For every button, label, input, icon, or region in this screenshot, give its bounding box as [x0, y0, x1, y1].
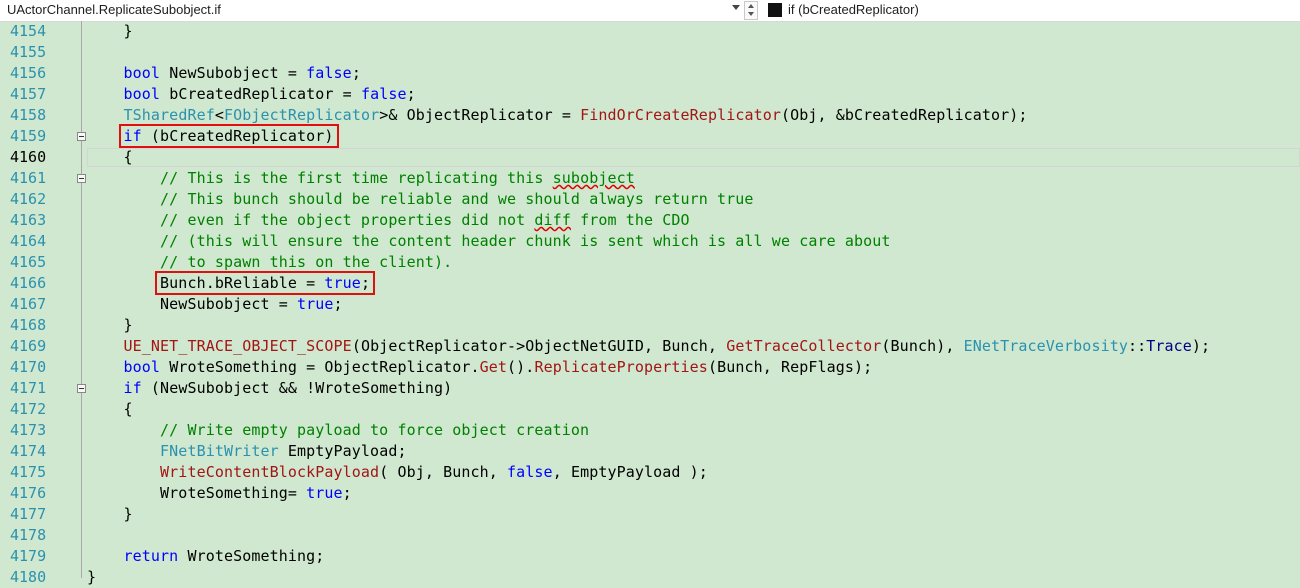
code-text: // even if the object properties did not…: [160, 211, 690, 229]
line-number: 4161: [10, 169, 47, 187]
code-text: WriteContentBlockPayload( Obj, Bunch, fa…: [160, 463, 708, 481]
code-line[interactable]: 4162 // This bunch should be reliable an…: [0, 189, 1300, 210]
collapse-icon[interactable]: [77, 174, 86, 183]
code-line[interactable]: 4163 // even if the object properties di…: [0, 210, 1300, 231]
code-line[interactable]: 4172 {: [0, 399, 1300, 420]
code-line[interactable]: 4173 // Write empty payload to force obj…: [0, 420, 1300, 441]
arrow-up-icon[interactable]: [748, 4, 754, 8]
code-line[interactable]: 4176 WroteSomething= true;: [0, 483, 1300, 504]
line-number: 4154: [10, 22, 47, 40]
code-text: // (this will ensure the content header …: [160, 232, 891, 250]
code-line[interactable]: 4165 // to spawn this on the client).: [0, 252, 1300, 273]
line-number: 4169: [10, 337, 47, 355]
code-line[interactable]: 4174 FNetBitWriter EmptyPayload;: [0, 441, 1300, 462]
code-line[interactable]: 4161 // This is the first time replicati…: [0, 168, 1300, 189]
line-number: 4165: [10, 253, 47, 271]
code-editor[interactable]: 4154 } 4155 4156 bool NewSubobject = false…: [0, 21, 1300, 586]
code-text: // Write empty payload to force object c…: [160, 421, 590, 439]
code-text: if (NewSubobject && !WroteSomething): [123, 379, 453, 397]
code-block-icon: [768, 3, 782, 17]
line-number: 4160: [10, 148, 47, 166]
annotation-highlight-box: [118, 124, 339, 148]
line-number: 4174: [10, 442, 47, 460]
line-number: 4163: [10, 211, 47, 229]
line-number: 4178: [10, 526, 47, 544]
code-text: }: [87, 505, 133, 523]
code-text: bool WroteSomething = ObjectReplicator.G…: [123, 358, 873, 376]
scope-dropdown[interactable]: UActorChannel.ReplicateSubobject.if: [3, 0, 740, 21]
annotation-highlight-box: [155, 271, 376, 295]
code-line[interactable]: 4177 }: [0, 504, 1300, 525]
line-number: 4162: [10, 190, 47, 208]
code-text: TSharedRef<FObjectReplicator>& ObjectRep…: [123, 106, 1028, 124]
line-number: 4158: [10, 106, 47, 124]
code-line[interactable]: 4169 UE_NET_TRACE_OBJECT_SCOPE(ObjectRep…: [0, 336, 1300, 357]
collapse-icon[interactable]: [77, 132, 86, 141]
line-number: 4179: [10, 547, 47, 565]
member-dropdown-value: if (bCreatedReplicator): [788, 2, 919, 17]
code-text: NewSubobject = true;: [87, 295, 343, 313]
code-text: {: [87, 400, 133, 418]
line-number: 4176: [10, 484, 47, 502]
line-number: 4159: [10, 127, 47, 145]
line-number: 4177: [10, 505, 47, 523]
line-number: 4157: [10, 85, 47, 103]
navigation-bar: UActorChannel.ReplicateSubobject.if if (…: [0, 0, 1300, 22]
line-number: 4172: [10, 400, 47, 418]
code-text: WroteSomething= true;: [87, 484, 352, 502]
member-dropdown[interactable]: if (bCreatedReplicator): [766, 0, 1300, 21]
line-number: 4167: [10, 295, 47, 313]
code-text: }: [87, 22, 133, 40]
code-text: // to spawn this on the client).: [160, 253, 453, 271]
code-line[interactable]: 4160 {: [0, 147, 1300, 168]
code-line[interactable]: 4179 return WroteSomething;: [0, 546, 1300, 567]
line-number: 4175: [10, 463, 47, 481]
line-number: 4155: [10, 43, 47, 61]
code-text: {: [87, 148, 133, 166]
code-text: UE_NET_TRACE_OBJECT_SCOPE(ObjectReplicat…: [123, 337, 1211, 355]
line-number: 4170: [10, 358, 47, 376]
code-line[interactable]: 4170 bool WroteSomething = ObjectReplica…: [0, 357, 1300, 378]
line-number: 4173: [10, 421, 47, 439]
scope-dropdown-value: UActorChannel.ReplicateSubobject.if: [7, 2, 221, 17]
code-line[interactable]: 4178: [0, 525, 1300, 546]
code-text: }: [87, 316, 133, 334]
line-number: 4166: [10, 274, 47, 292]
code-line[interactable]: 4156 bool NewSubobject = false;: [0, 63, 1300, 84]
scope-spin-button[interactable]: [744, 1, 758, 20]
code-line[interactable]: 4158 TSharedRef<FObjectReplicator>& Obje…: [0, 105, 1300, 126]
code-line[interactable]: 4164 // (this will ensure the content he…: [0, 231, 1300, 252]
collapse-icon[interactable]: [77, 384, 86, 393]
line-number: 4164: [10, 232, 47, 250]
code-text: bool bCreatedReplicator = false;: [123, 85, 416, 103]
code-text: FNetBitWriter EmptyPayload;: [160, 442, 407, 460]
line-number: 4156: [10, 64, 47, 82]
code-text: // This is the first time replicating th…: [160, 169, 635, 187]
code-line[interactable]: 4175 WriteContentBlockPayload( Obj, Bunc…: [0, 462, 1300, 483]
chevron-down-icon: [732, 5, 740, 10]
line-number: 4168: [10, 316, 47, 334]
arrow-down-icon[interactable]: [748, 12, 754, 16]
code-line[interactable]: 4155: [0, 42, 1300, 63]
code-text: bool NewSubobject = false;: [123, 64, 361, 82]
code-line[interactable]: 4168 }: [0, 315, 1300, 336]
code-line[interactable]: 4154 }: [0, 21, 1300, 42]
code-text: return WroteSomething;: [123, 547, 325, 565]
code-line[interactable]: 4167 NewSubobject = true;: [0, 294, 1300, 315]
line-number: 4171: [10, 379, 47, 397]
code-line[interactable]: 4171 if (NewSubobject && !WroteSomething…: [0, 378, 1300, 399]
code-line[interactable]: 4157 bool bCreatedReplicator = false;: [0, 84, 1300, 105]
code-text: // This bunch should be reliable and we …: [160, 190, 754, 208]
